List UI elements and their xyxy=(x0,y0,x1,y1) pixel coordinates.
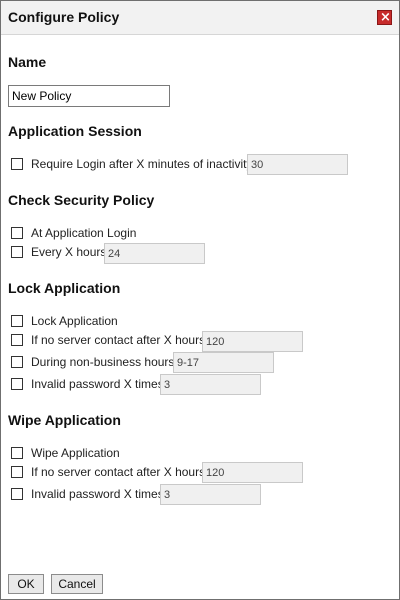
dialog-title: Configure Policy xyxy=(8,9,120,25)
configure-policy-dialog: Configure Policy × Name Application Sess… xyxy=(0,0,400,600)
wipe-app-label: Wipe Application xyxy=(31,446,120,460)
cancel-button[interactable]: Cancel xyxy=(51,574,103,594)
at-app-login-checkbox[interactable] xyxy=(11,227,23,239)
wipe-no-contact-hours-input[interactable] xyxy=(202,462,303,483)
at-app-login-label: At Application Login xyxy=(31,226,137,240)
ok-button[interactable]: OK xyxy=(8,574,44,594)
wipe-invalid-password-input[interactable] xyxy=(160,484,261,505)
wipe-no-contact-checkbox[interactable] xyxy=(11,466,23,478)
lock-invalid-password-checkbox[interactable] xyxy=(11,378,23,390)
lock-no-contact-checkbox[interactable] xyxy=(11,334,23,346)
application-session-heading: Application Session xyxy=(8,123,142,139)
wipe-invalid-password-label: Invalid password X times xyxy=(31,487,164,501)
lock-no-contact-label: If no server contact after X hours xyxy=(31,333,206,347)
wipe-invalid-password-checkbox[interactable] xyxy=(11,488,23,500)
check-security-policy-heading: Check Security Policy xyxy=(8,192,155,208)
dialog-titlebar: Configure Policy × xyxy=(1,1,399,35)
policy-name-input[interactable] xyxy=(8,85,170,107)
lock-app-checkbox[interactable] xyxy=(11,315,23,327)
require-login-label: Require Login after X minutes of inactiv… xyxy=(31,157,253,171)
require-login-checkbox[interactable] xyxy=(11,158,23,170)
wipe-application-heading: Wipe Application xyxy=(8,412,121,428)
wipe-app-checkbox[interactable] xyxy=(11,447,23,459)
close-button[interactable]: × xyxy=(377,10,392,25)
lock-no-contact-hours-input[interactable] xyxy=(202,331,303,352)
name-heading: Name xyxy=(8,54,47,70)
lock-app-label: Lock Application xyxy=(31,314,118,328)
non-business-hours-label: During non-business hours xyxy=(31,355,175,369)
non-business-hours-checkbox[interactable] xyxy=(11,356,23,368)
wipe-no-contact-label: If no server contact after X hours xyxy=(31,465,206,479)
inactivity-minutes-input[interactable] xyxy=(247,154,348,175)
lock-invalid-password-label: Invalid password X times xyxy=(31,377,164,391)
lock-invalid-password-input[interactable] xyxy=(160,374,261,395)
close-icon: × xyxy=(380,10,391,25)
every-x-hours-checkbox[interactable] xyxy=(11,246,23,258)
non-business-hours-input[interactable] xyxy=(173,352,274,373)
every-x-hours-label: Every X hours xyxy=(31,245,107,259)
every-x-hours-input[interactable] xyxy=(104,243,205,264)
lock-application-heading: Lock Application xyxy=(8,280,121,296)
